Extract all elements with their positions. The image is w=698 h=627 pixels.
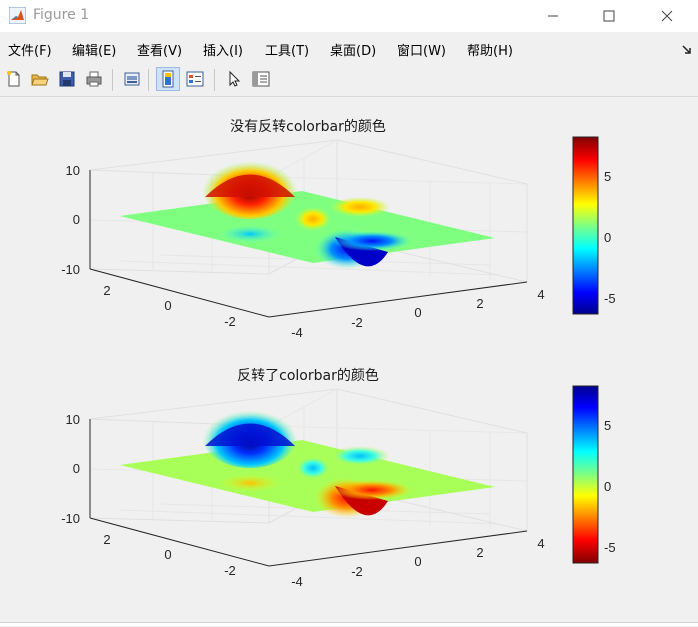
insert-legend-button[interactable] — [183, 67, 207, 91]
maximize-icon — [603, 10, 615, 22]
open-file-icon — [31, 74, 49, 86]
y-tick-label: -2 — [224, 563, 236, 578]
x-tick-label: 0 — [414, 305, 421, 320]
edit-plot-button[interactable] — [222, 67, 246, 91]
colorbar-tick-label: -5 — [604, 291, 616, 306]
subplot-1-title: 没有反转colorbar的颜色 — [230, 118, 386, 135]
z-tick-label: 10 — [66, 163, 80, 178]
toolbar-separator — [112, 69, 113, 91]
status-strip — [0, 622, 698, 626]
z-tick-label: -10 — [61, 262, 80, 277]
link-plot-icon — [124, 72, 140, 86]
menu-help[interactable]: 帮助(H) — [467, 40, 513, 59]
dock-arrow-icon[interactable] — [682, 40, 692, 59]
title-bar: Figure 1 — [0, 0, 698, 32]
colorbar-tick-label: 0 — [604, 230, 611, 245]
y-tick-label: 2 — [103, 532, 110, 547]
colorbar-tick-label: 0 — [604, 479, 611, 494]
z-tick-label: -10 — [61, 511, 80, 526]
colorbar-1[interactable]: 5 0 -5 — [572, 136, 616, 315]
colorbar-tick-label: 5 — [604, 169, 611, 184]
figure-toolbar — [0, 63, 698, 97]
menu-view[interactable]: 查看(V) — [137, 40, 182, 59]
minimize-button[interactable] — [530, 0, 576, 32]
menu-window[interactable]: 窗口(W) — [397, 40, 446, 59]
subplot-1-surface[interactable] — [120, 155, 495, 269]
x-tick-label: 2 — [476, 545, 483, 560]
edit-plot-arrow-icon — [229, 70, 241, 87]
toolbar-separator — [148, 69, 149, 91]
figure-canvas: 没有反转colorbar的颜色 10 0 -10 2 0 -2 -4 -2 0 … — [0, 97, 698, 623]
open-file-button[interactable] — [28, 67, 52, 91]
save-button[interactable] — [55, 67, 79, 91]
menu-file[interactable]: 文件(F) — [8, 40, 52, 59]
matlab-logo-icon — [8, 6, 27, 25]
maximize-button[interactable] — [586, 0, 632, 32]
close-icon — [661, 10, 673, 22]
menu-tools[interactable]: 工具(T) — [265, 40, 309, 59]
z-tick-label: 10 — [66, 412, 80, 427]
z-tick-label: 0 — [73, 212, 80, 227]
x-tick-label: 4 — [537, 536, 544, 551]
colorbar-tick-label: -5 — [604, 540, 616, 555]
subplot-2-title: 反转了colorbar的颜色 — [237, 367, 379, 384]
y-tick-label: 2 — [103, 283, 110, 298]
y-tick-label: 0 — [164, 298, 171, 313]
close-button[interactable] — [644, 0, 690, 32]
y-tick-label: 0 — [164, 547, 171, 562]
print-button[interactable] — [82, 67, 106, 91]
insert-colorbar-button[interactable] — [156, 67, 180, 91]
menu-bar: 文件(F) 编辑(E) 查看(V) 插入(I) 工具(T) 桌面(D) 窗口(W… — [0, 36, 698, 62]
y-tick-label: -2 — [224, 314, 236, 329]
colorbar-tick-label: 5 — [604, 418, 611, 433]
x-tick-label: -2 — [351, 564, 363, 579]
x-tick-label: -4 — [291, 325, 303, 340]
menu-edit[interactable]: 编辑(E) — [72, 40, 116, 59]
new-figure-icon — [7, 71, 20, 87]
property-inspector-button[interactable] — [249, 67, 273, 91]
x-tick-label: -2 — [351, 315, 363, 330]
subplot-1[interactable]: 没有反转colorbar的颜色 10 0 -10 2 0 -2 -4 -2 0 … — [61, 118, 615, 340]
z-tick-label: 0 — [73, 461, 80, 476]
subplot-2[interactable]: 反转了colorbar的颜色 10 0 -10 2 0 -2 -4 -2 0 2… — [61, 367, 615, 589]
figure-svg: 没有反转colorbar的颜色 10 0 -10 2 0 -2 -4 -2 0 … — [61, 118, 615, 589]
save-icon — [59, 71, 75, 87]
x-tick-label: 0 — [414, 554, 421, 569]
insert-legend-icon — [186, 71, 204, 87]
menu-desktop[interactable]: 桌面(D) — [330, 40, 376, 59]
x-tick-label: 4 — [537, 287, 544, 302]
x-tick-label: -4 — [291, 574, 303, 589]
subplot-2-surface[interactable] — [120, 404, 495, 518]
x-tick-label: 2 — [476, 296, 483, 311]
toolbar-separator — [214, 69, 215, 91]
print-icon — [86, 71, 102, 87]
new-figure-button[interactable] — [2, 67, 26, 91]
window-title: Figure 1 — [33, 7, 90, 23]
menu-insert[interactable]: 插入(I) — [203, 40, 243, 59]
minimize-icon — [548, 15, 558, 17]
colorbar-2[interactable]: 5 0 -5 — [572, 385, 616, 564]
link-plot-button[interactable] — [120, 67, 144, 91]
insert-colorbar-icon — [162, 70, 174, 88]
property-inspector-icon — [252, 71, 270, 87]
